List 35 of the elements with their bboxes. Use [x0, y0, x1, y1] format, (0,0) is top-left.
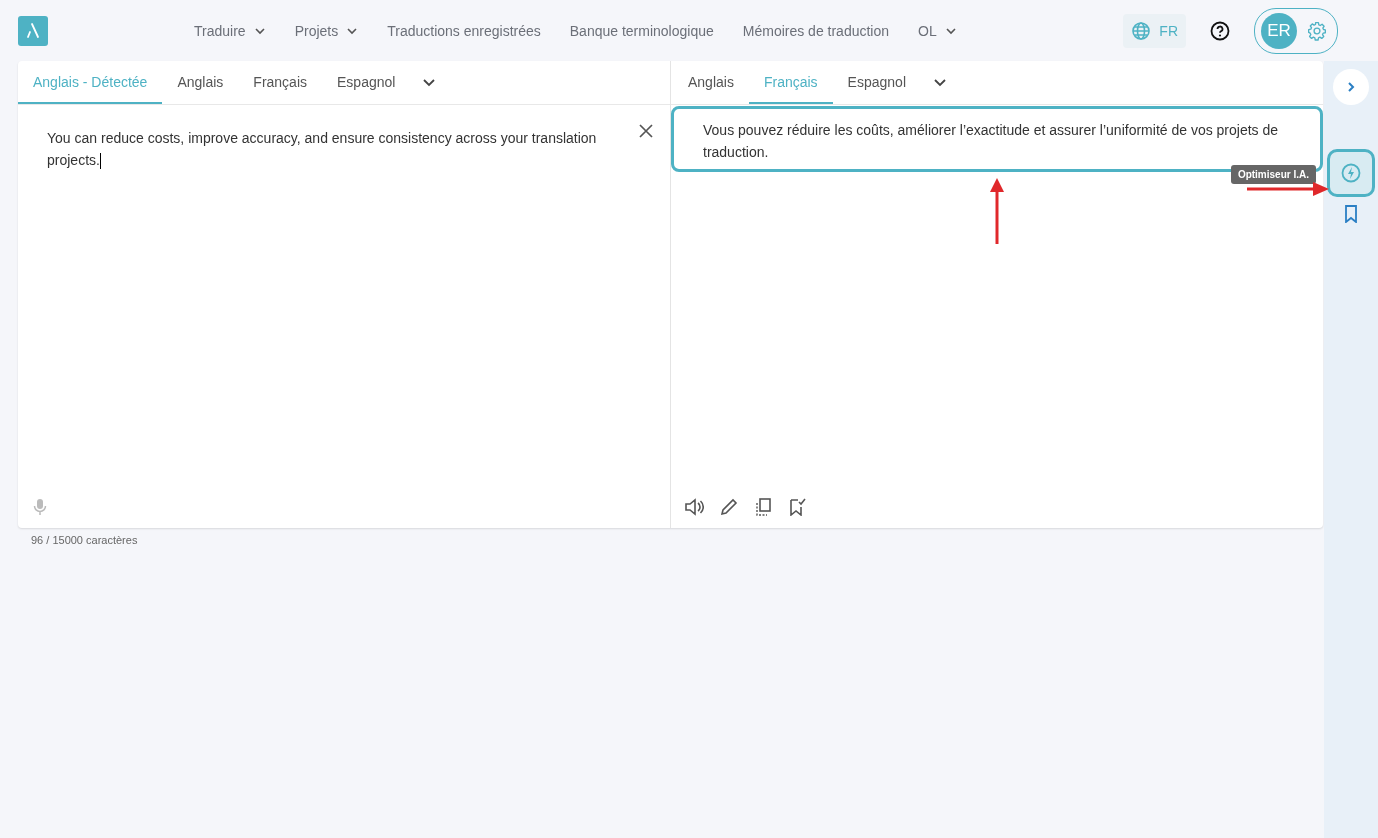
language-tab[interactable]: Espagnol [322, 61, 411, 104]
close-icon[interactable] [639, 124, 653, 138]
language-tab[interactable]: Espagnol [832, 61, 921, 104]
nav-link[interactable]: Projets [294, 22, 359, 39]
pointer-arrow-icon [1247, 182, 1329, 196]
character-counter: 96 / 15000 caractères [30, 533, 139, 546]
nav-link[interactable]: Traduire [194, 22, 266, 39]
help-icon[interactable] [1210, 20, 1230, 41]
pencil-icon[interactable] [720, 498, 738, 516]
language-tab[interactable]: Français [748, 61, 833, 104]
chevron-down-icon [253, 26, 266, 35]
chevron-right-icon [1346, 81, 1356, 93]
lightning-icon [1341, 163, 1361, 183]
user-avatar[interactable]: ER [1261, 12, 1297, 49]
chevron-down-icon[interactable] [422, 77, 437, 88]
source-text-input[interactable]: You can reduce costs, improve accuracy, and ensure consistency across your translation projects. [47, 127, 610, 171]
speaker-icon[interactable] [684, 498, 704, 516]
nav-link[interactable]: Banque terminologique [569, 22, 714, 39]
nav-link[interactable]: Mémoires de traduction [742, 22, 890, 39]
globe-icon [1131, 20, 1152, 41]
language-tab[interactable]: Français [238, 61, 322, 104]
chevron-down-icon [944, 26, 957, 35]
language-tab[interactable]: Anglais - Détectée [18, 61, 163, 104]
bookmark-icon[interactable] [1344, 205, 1358, 223]
copy-icon[interactable] [754, 498, 772, 516]
bookmark-check-icon[interactable] [788, 498, 806, 516]
language-tab[interactable]: Anglais [673, 61, 749, 104]
language-tab[interactable]: Anglais [162, 61, 239, 104]
user-menu[interactable]: ER [1254, 7, 1338, 54]
chevron-down-icon [346, 26, 359, 35]
tooltip: Optimiseur I.A. [1230, 165, 1316, 184]
pointer-arrow-icon [990, 178, 1004, 244]
chevron-down-icon[interactable] [933, 77, 947, 88]
nav-link[interactable]: Traductions enregistrées [387, 22, 541, 39]
nav-link[interactable]: OL [918, 22, 957, 39]
